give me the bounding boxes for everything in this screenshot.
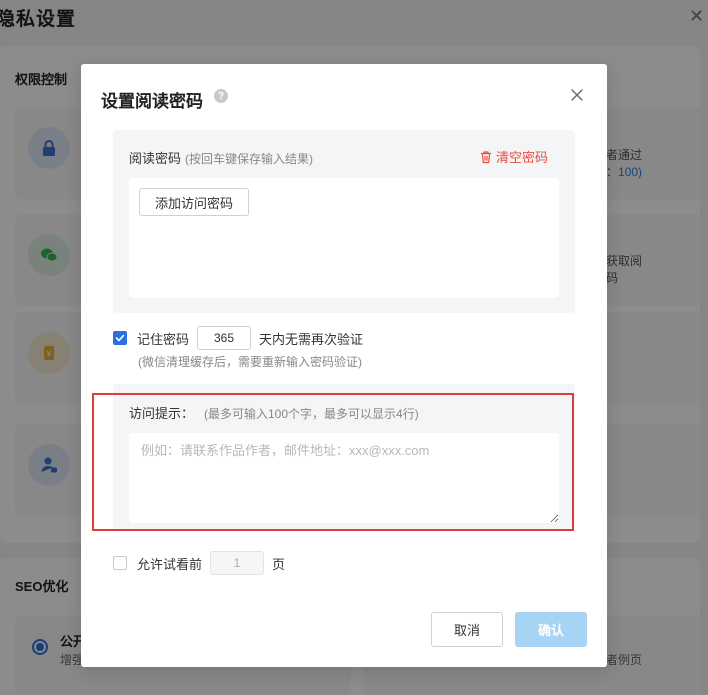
- modal-title: 设置阅读密码: [101, 92, 203, 111]
- password-section: 阅读密码 (按回车键保存输入结果) 清空密码 添加访问密码: [113, 130, 575, 313]
- trial-label: 允许试看前: [137, 556, 203, 572]
- close-icon[interactable]: [570, 88, 584, 102]
- trial-checkbox[interactable]: [113, 556, 127, 570]
- access-hint-sub: (最多可输入100个字，最多可以显示4行): [204, 407, 419, 421]
- remember-days-input[interactable]: [197, 326, 252, 350]
- password-list-box[interactable]: 添加访问密码: [129, 178, 559, 298]
- add-password-button[interactable]: 添加访问密码: [139, 188, 249, 216]
- clear-password-label: 清空密码: [496, 150, 549, 165]
- access-hint-textarea[interactable]: [129, 433, 559, 523]
- remember-password-checkbox[interactable]: [113, 331, 127, 345]
- help-icon[interactable]: ?: [214, 89, 228, 103]
- access-hint-section: 访问提示： (最多可输入100个字，最多可以显示4行): [113, 384, 575, 529]
- remember-days-suffix: 天内无需再次验证: [259, 331, 364, 347]
- cancel-button[interactable]: 取消: [431, 612, 503, 647]
- access-hint-label: 访问提示： (最多可输入100个字，最多可以显示4行): [129, 406, 419, 421]
- remember-note: (微信清理缓存后，需要重新输入密码验证): [138, 355, 362, 369]
- trash-icon: [481, 150, 491, 163]
- remember-password-row: 记住密码 天内无需再次验证: [113, 326, 363, 350]
- clear-password-button[interactable]: 清空密码: [479, 147, 548, 166]
- confirm-button[interactable]: 确认: [515, 612, 587, 647]
- trial-pages-input[interactable]: [210, 551, 265, 575]
- password-label: 阅读密码 (按回车键保存输入结果): [129, 151, 314, 166]
- read-password-modal: 设置阅读密码 ? 阅读密码 (按回车键保存输入结果) 清空密码 添加访问密码 记住…: [81, 64, 607, 667]
- check-icon: [115, 334, 125, 342]
- password-hint: (按回车键保存输入结果): [185, 152, 314, 166]
- remember-password-label: 记住密码: [137, 331, 190, 347]
- trial-row: 允许试看前 页: [113, 551, 285, 575]
- trial-suffix: 页: [272, 556, 286, 572]
